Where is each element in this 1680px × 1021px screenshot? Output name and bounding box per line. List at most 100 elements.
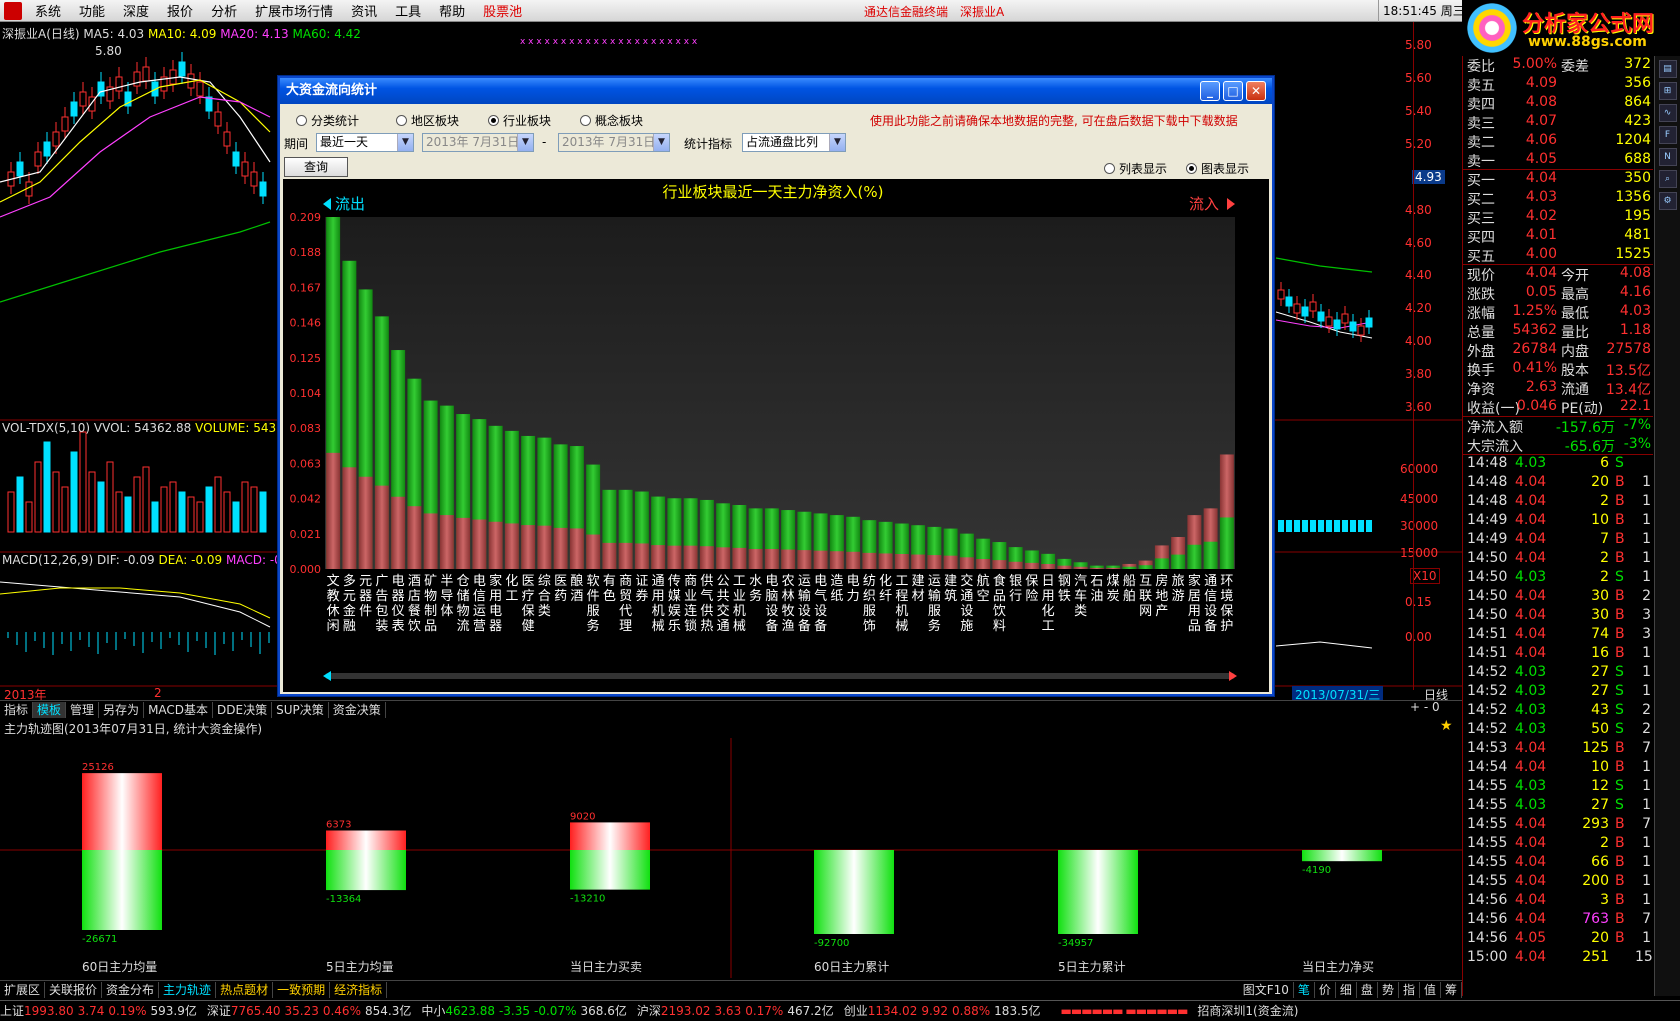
index-name[interactable]: 沪深 <box>637 1004 661 1018</box>
menu-item-depth[interactable]: 深度 <box>114 1 158 20</box>
star-icon[interactable]: ★ <box>1440 718 1453 734</box>
tab-indicator-5[interactable]: DDE决策 <box>213 701 273 718</box>
maximize-button[interactable]: □ <box>1223 81 1243 101</box>
bid-price: 4.00 <box>1525 246 1557 262</box>
stat-key: 外盘 <box>1467 344 1495 360</box>
stat-select[interactable]: 占流通盘比列 ▼ <box>742 133 846 152</box>
tab-bottom-right-8[interactable]: 筹 <box>1441 981 1462 998</box>
tab-bottom-1[interactable]: 关联报价 <box>45 981 103 998</box>
index-name[interactable]: 创业 <box>844 1004 868 1018</box>
tick-price: 4.04 <box>1515 607 1547 623</box>
date-from-picker[interactable]: 2013年 7月31日 ▼ <box>422 133 534 152</box>
category-label-char: 地 <box>1155 589 1168 604</box>
menu-item-system[interactable]: 系统 <box>26 1 70 20</box>
radio-checked-icon <box>488 115 499 126</box>
tab-bottom-right-0[interactable]: 图文F10 <box>1239 981 1294 998</box>
tab-bottom-2[interactable]: 资金分布 <box>102 981 160 998</box>
tab-indicator-6[interactable]: SUP决策 <box>272 701 329 718</box>
category-label-char: 器 <box>392 589 405 604</box>
period-select[interactable]: 最近一天 ▼ <box>316 133 414 152</box>
tick-row: 14:51 4.04 74 B 3 <box>1465 626 1653 644</box>
index-status-bar: 上证1993.80 3.74 0.19% 593.9亿 深证7765.40 35.23 0.… <box>0 1000 1680 1021</box>
tab-bottom-right-6[interactable]: 指 <box>1399 981 1420 998</box>
weicha-value: 372 <box>1624 56 1651 72</box>
radio-category-stats[interactable]: 分类统计 <box>296 112 359 129</box>
tab-indicator-4[interactable]: MACD基本 <box>144 701 214 718</box>
volume-bar <box>1326 520 1332 532</box>
radio-icon <box>296 115 307 126</box>
index-name[interactable]: 中小 <box>421 1004 445 1018</box>
radio-industry-sector[interactable]: 行业板块 <box>488 112 551 129</box>
category-label-char: 媒 <box>668 589 681 604</box>
menu-item-help[interactable]: 帮助 <box>430 1 474 20</box>
tick-time: 14:52 <box>1467 702 1508 718</box>
toolbar-trend-icon[interactable]: ∿ <box>1658 104 1677 122</box>
tab-bottom-right-4[interactable]: 盘 <box>1357 981 1378 998</box>
stat-key2: 今开 <box>1561 268 1589 284</box>
zoom-controls[interactable]: + - 0 <box>1410 700 1440 714</box>
scrollbar-track[interactable] <box>325 673 1235 679</box>
tab-bottom-right-5[interactable]: 势 <box>1378 981 1399 998</box>
tab-indicator-3[interactable]: 另存为 <box>99 701 145 718</box>
tab-indicator-0[interactable]: 指标 <box>0 701 34 718</box>
ask-label: 卖四 <box>1467 97 1495 113</box>
toolbar-f10-icon[interactable]: F <box>1658 126 1677 144</box>
tab-indicator-7[interactable]: 资金决策 <box>329 701 386 718</box>
tab-bottom-right-1[interactable]: 笔 <box>1294 981 1315 998</box>
menu-item-tools[interactable]: 工具 <box>386 1 430 20</box>
category-label-char: 居 <box>1188 589 1201 604</box>
date-to-picker[interactable]: 2013年 7月31日 ▼ <box>558 133 670 152</box>
radio-concept-sector[interactable]: 概念板块 <box>580 112 643 129</box>
tab-bottom-right-2[interactable]: 价 <box>1315 981 1336 998</box>
tab-bottom-0[interactable]: 扩展区 <box>0 981 46 998</box>
category-label-char: 工 <box>1042 619 1055 634</box>
menu-item-analysis[interactable]: 分析 <box>202 1 246 20</box>
query-button[interactable]: 查询 <box>284 157 348 177</box>
bid-volume: 195 <box>1624 208 1651 224</box>
price-tick: 5.20 <box>1405 137 1432 151</box>
price-tick: 4.00 <box>1405 334 1432 348</box>
tab-indicator-2[interactable]: 管理 <box>66 701 100 718</box>
menu-item-quote[interactable]: 报价 <box>158 1 202 20</box>
ma5-label: MA5: 4.03 <box>83 27 145 41</box>
stat-value2: 4.16 <box>1619 284 1651 300</box>
category-label-char: 器 <box>359 589 372 604</box>
tab-bottom-right-3[interactable]: 细 <box>1336 981 1357 998</box>
tab-bottom-6[interactable]: 经济指标 <box>330 981 388 998</box>
tick-price: 4.03 <box>1515 797 1547 813</box>
menu-item-news[interactable]: 资讯 <box>342 1 386 20</box>
scroll-left-icon[interactable] <box>323 671 331 681</box>
menu-item-extended-market[interactable]: 扩展市场行情 <box>246 1 342 20</box>
tab-bottom-right-7[interactable]: 值 <box>1420 981 1441 998</box>
tab-bottom-3[interactable]: 主力轨迹 <box>159 981 217 998</box>
tab-bottom-5[interactable]: 一致预期 <box>273 981 331 998</box>
toolbar-chart-icon[interactable]: ▤ <box>1658 60 1677 78</box>
ask-label: 卖五 <box>1467 78 1495 94</box>
category-label-char: 证 <box>635 574 648 589</box>
chart-title: 行业板块最近一天主力净资入(%) <box>663 183 884 201</box>
category-label-char: 水 <box>749 574 762 589</box>
tick-row: 14:52 4.03 27 S 1 <box>1465 664 1653 682</box>
stat-key2: 最高 <box>1561 287 1589 303</box>
dialog-titlebar[interactable]: 大资金流向统计 _ □ ✕ <box>280 78 1272 104</box>
toolbar-news-icon[interactable]: N <box>1658 148 1677 166</box>
tab-bottom-4[interactable]: 热点题材 <box>216 981 274 998</box>
tick-time: 14:50 <box>1467 607 1508 623</box>
positive-value: 9020 <box>570 811 595 822</box>
toolbar-settings-icon[interactable]: ⚙ <box>1658 192 1677 210</box>
toolbar-search-icon[interactable]: ⌕ <box>1658 170 1677 188</box>
tick-volume: 6 <box>1600 455 1609 471</box>
radio-list-view[interactable]: 列表显示 <box>1104 160 1167 177</box>
volume-bar <box>223 491 231 533</box>
tab-indicator-1[interactable]: 模板 <box>33 701 67 718</box>
close-button[interactable]: ✕ <box>1246 81 1266 101</box>
radio-chart-view[interactable]: 图表显示 <box>1186 160 1249 177</box>
minimize-button[interactable]: _ <box>1200 81 1220 101</box>
index-name[interactable]: 深证 <box>207 1004 231 1018</box>
toolbar-kline-icon[interactable]: ⊞ <box>1658 82 1677 100</box>
menu-item-stockpool[interactable]: 股票池 <box>474 1 531 20</box>
radio-region-sector[interactable]: 地区板块 <box>396 112 459 129</box>
menu-item-function[interactable]: 功能 <box>70 1 114 20</box>
index-name[interactable]: 上证 <box>0 1004 24 1018</box>
scroll-right-icon[interactable] <box>1229 671 1237 681</box>
